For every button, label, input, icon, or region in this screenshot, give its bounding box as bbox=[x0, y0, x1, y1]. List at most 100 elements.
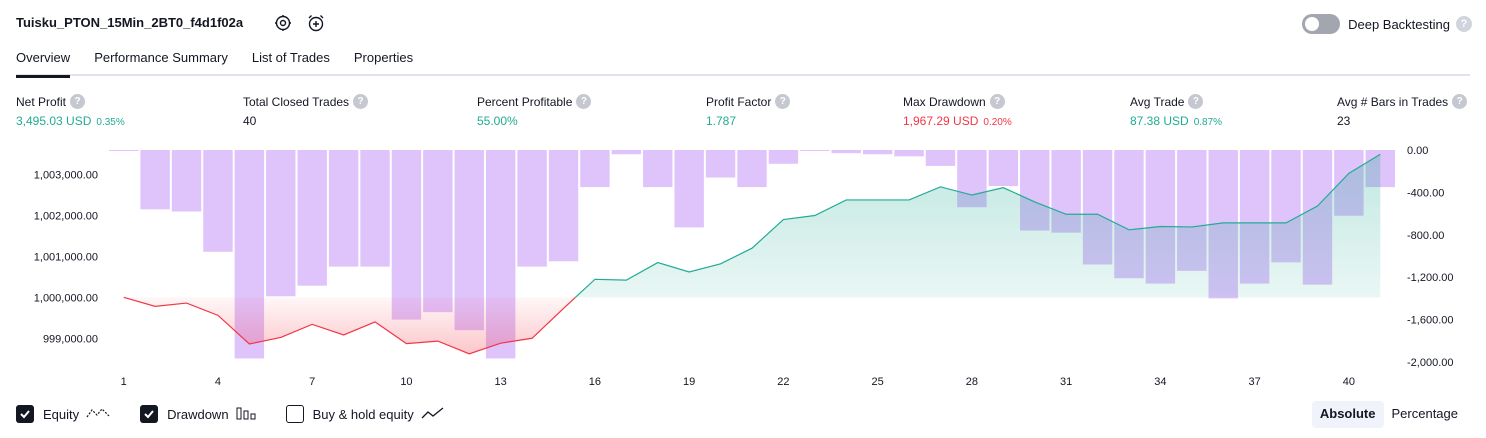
legend-drawdown[interactable]: Drawdown bbox=[140, 405, 256, 423]
x-axis-tick-label: 4 bbox=[215, 376, 221, 388]
left-axis-tick-label: 1,003,000.00 bbox=[34, 170, 98, 182]
metric-percent: 0.87% bbox=[1193, 117, 1223, 128]
info-icon[interactable]: ? bbox=[576, 94, 592, 109]
equity-drawdown-chart[interactable]: 1,003,000.00 1,002,000.00 1,001,000.00 1,00… bbox=[0, 140, 1486, 390]
deep-backtesting-toggle[interactable] bbox=[1302, 14, 1341, 34]
metric-title: Net Profit bbox=[16, 94, 67, 109]
tab-properties[interactable]: Properties bbox=[354, 46, 413, 76]
metric-value: 1.787 bbox=[706, 114, 737, 128]
drawdown-checkbox[interactable] bbox=[140, 405, 159, 423]
metric-net-profit: Net Profit? 3,495.03 USD 0.35% bbox=[16, 94, 125, 128]
metric-avg-trade: Avg Trade? 87.38 USD 0.87% bbox=[1130, 94, 1222, 128]
equity-line-icon bbox=[86, 406, 110, 423]
drawdown-bar bbox=[831, 150, 861, 154]
legend-buy-hold-equity[interactable]: Buy & hold equity bbox=[285, 405, 445, 423]
info-icon[interactable]: ? bbox=[1188, 94, 1204, 109]
drawdown-bar bbox=[705, 150, 736, 178]
buy-hold-line-icon bbox=[421, 406, 445, 423]
right-axis-tick-label: -800.00 bbox=[1407, 230, 1444, 242]
metric-title: Total Closed Trades bbox=[243, 94, 350, 109]
tab-list-of-trades[interactable]: List of Trades bbox=[252, 46, 330, 76]
metric-profit-factor: Profit Factor? 1.787 bbox=[706, 94, 791, 128]
metric-total-closed-trades: Total Closed Trades? 40 bbox=[243, 94, 369, 128]
legend-label: Equity bbox=[43, 406, 80, 422]
x-axis-tick-label: 10 bbox=[400, 376, 412, 388]
info-icon[interactable]: ? bbox=[70, 94, 86, 109]
metric-title: Avg # Bars in Trades bbox=[1337, 94, 1449, 109]
tab-overview[interactable]: Overview bbox=[16, 46, 71, 78]
x-axis-tick-label: 25 bbox=[872, 376, 884, 388]
drawdown-bar bbox=[737, 150, 767, 188]
deep-backtesting-label: Deep Backtesting bbox=[1348, 16, 1450, 32]
drawdown-bar bbox=[674, 150, 704, 228]
left-axis-tick-label: 1,000,000.00 bbox=[34, 292, 98, 304]
drawdown-bar bbox=[140, 150, 170, 210]
info-icon[interactable]: ? bbox=[775, 94, 791, 109]
equity-checkbox[interactable] bbox=[16, 405, 34, 423]
tab-performance-summary[interactable]: Performance Summary bbox=[94, 46, 228, 76]
metric-value: 23 bbox=[1337, 114, 1351, 128]
buy-hold-checkbox[interactable] bbox=[285, 405, 304, 423]
drawdown-bar bbox=[297, 150, 327, 286]
drawdown-bar bbox=[800, 150, 830, 151]
metric-value: 55.00% bbox=[477, 114, 518, 128]
percentage-button[interactable]: Percentage bbox=[1384, 401, 1467, 428]
legend-label: Buy & hold equity bbox=[312, 406, 414, 422]
drawdown-bar bbox=[643, 150, 673, 188]
right-axis-tick-label: 0.00 bbox=[1407, 145, 1428, 157]
report-tabs: Overview Performance Summary List of Tra… bbox=[16, 46, 1470, 78]
metric-title: Profit Factor bbox=[706, 94, 772, 109]
drawdown-bar bbox=[894, 150, 924, 157]
drawdown-bar bbox=[109, 150, 139, 151]
gear-icon[interactable] bbox=[273, 13, 293, 33]
info-icon[interactable]: ? bbox=[1452, 94, 1468, 109]
metric-percent-profitable: Percent Profitable? 55.00% bbox=[477, 94, 592, 128]
alarm-add-icon[interactable] bbox=[306, 13, 326, 33]
right-axis-tick-label: -2,000.00 bbox=[1407, 357, 1453, 369]
absolute-button[interactable]: Absolute bbox=[1311, 401, 1384, 428]
x-axis-tick-label: 1 bbox=[121, 376, 127, 388]
metric-avg-bars-in-trades: Avg # Bars in Trades? 23 bbox=[1337, 94, 1468, 128]
metric-value: 87.38 USD bbox=[1130, 114, 1189, 128]
drawdown-bar bbox=[548, 150, 579, 262]
drawdown-bar bbox=[768, 150, 799, 164]
metric-title: Avg Trade bbox=[1130, 94, 1185, 109]
x-axis-tick-label: 22 bbox=[777, 376, 789, 388]
drawdown-bars-icon bbox=[236, 406, 256, 423]
metric-max-drawdown: Max Drawdown? 1,967.29 USD 0.20% bbox=[903, 94, 1012, 128]
info-icon[interactable]: ? bbox=[353, 94, 369, 109]
x-axis-tick-label: 34 bbox=[1154, 376, 1166, 388]
left-axis-tick-label: 1,001,000.00 bbox=[34, 251, 98, 263]
metric-title: Percent Profitable bbox=[477, 94, 573, 109]
drawdown-bar bbox=[988, 150, 1019, 187]
chart-legend: Equity Drawdown Buy & hold equity bbox=[16, 404, 475, 424]
drawdown-bar bbox=[171, 150, 202, 212]
strategy-header: Tuisku_PTON_15Min_2BT0_f4d1f02a Deep Bac… bbox=[0, 0, 1486, 46]
drawdown-bar bbox=[925, 150, 956, 166]
x-axis-tick-label: 13 bbox=[495, 376, 507, 388]
drawdown-bar bbox=[328, 150, 359, 267]
left-axis-tick-label: 999,000.00 bbox=[43, 333, 98, 345]
metric-title: Max Drawdown bbox=[903, 94, 986, 109]
help-icon[interactable]: ? bbox=[1456, 16, 1472, 32]
x-axis-tick-label: 19 bbox=[683, 376, 695, 388]
right-axis-tick-label: -400.00 bbox=[1407, 187, 1444, 199]
metric-percent: 0.20% bbox=[983, 117, 1012, 128]
x-axis-tick-label: 7 bbox=[309, 376, 315, 388]
x-axis-tick-label: 16 bbox=[589, 376, 601, 388]
drawdown-bar bbox=[423, 150, 453, 313]
metric-percent: 0.35% bbox=[96, 117, 125, 128]
info-icon[interactable]: ? bbox=[989, 94, 1005, 109]
value-mode-switch: Absolute Percentage bbox=[1311, 401, 1467, 428]
drawdown-bar bbox=[203, 150, 233, 252]
left-axis-tick-label: 1,002,000.00 bbox=[34, 210, 98, 222]
drawdown-bar bbox=[580, 150, 610, 188]
drawdown-bar bbox=[862, 150, 893, 155]
x-axis-tick-label: 31 bbox=[1060, 376, 1072, 388]
metric-value: 40 bbox=[243, 114, 257, 128]
x-axis-tick-label: 40 bbox=[1343, 376, 1355, 388]
legend-label: Drawdown bbox=[167, 406, 229, 422]
legend-equity[interactable]: Equity bbox=[16, 405, 110, 423]
deep-backtesting: Deep Backtesting ? bbox=[1302, 13, 1472, 35]
x-axis-tick-label: 28 bbox=[966, 376, 978, 388]
